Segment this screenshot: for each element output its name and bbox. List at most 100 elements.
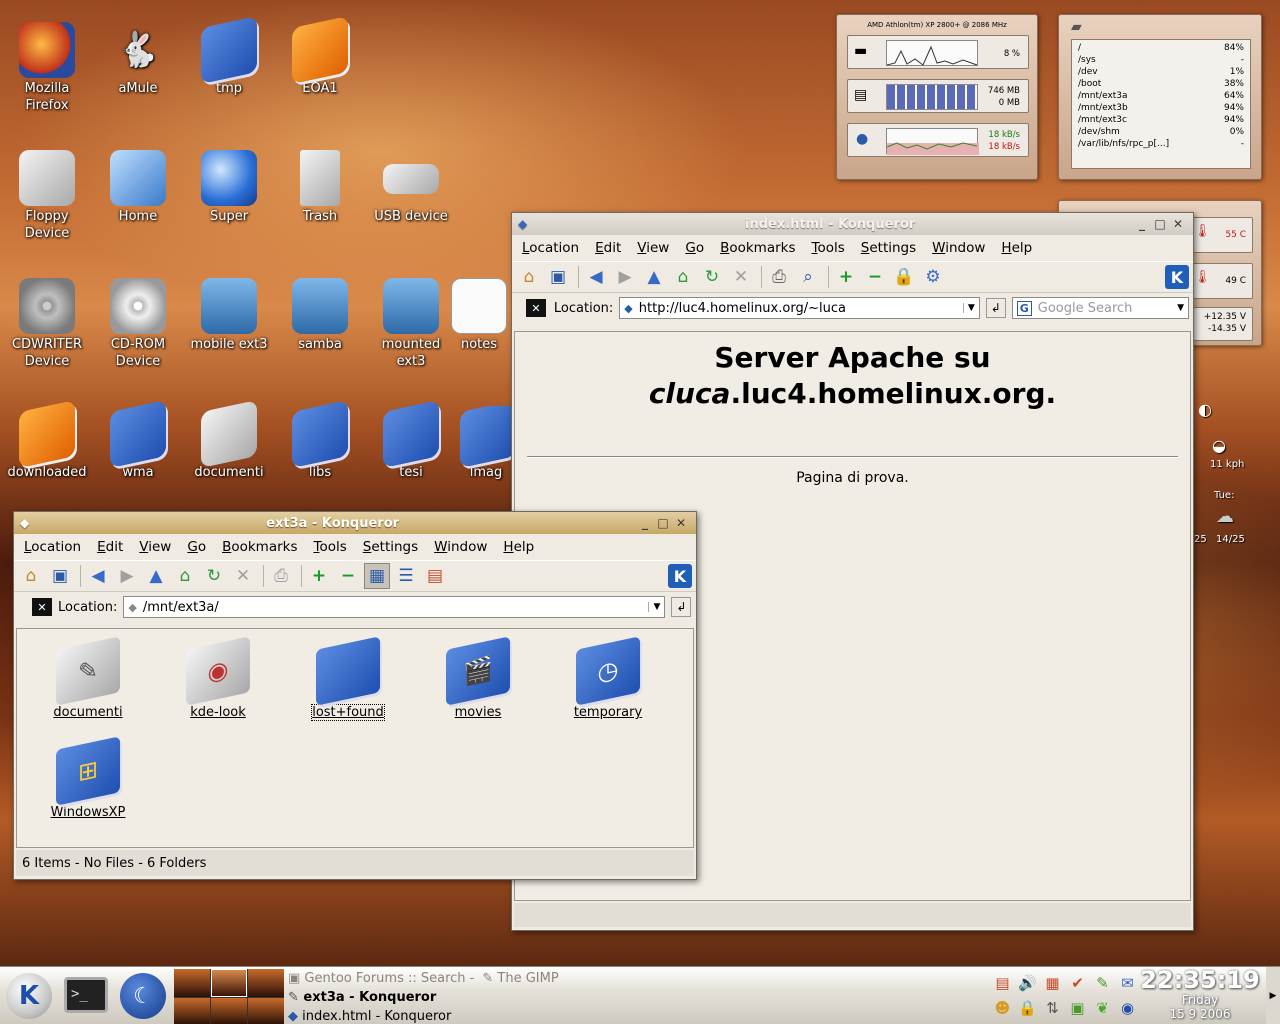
task-gimp[interactable]: ✎ The GIMP: [482, 969, 558, 988]
zoom-in-icon[interactable]: +: [306, 563, 332, 589]
task-ext3a[interactable]: ✎ ext3a - Konqueror: [288, 988, 588, 1007]
desktop-icon-floppy[interactable]: Floppy Device: [2, 150, 92, 242]
menu-go[interactable]: Go: [179, 539, 214, 555]
desktop-icon-libs[interactable]: libs: [275, 400, 365, 481]
tray-users-icon[interactable]: ☻: [990, 996, 1015, 1021]
print-icon[interactable]: ⎙: [268, 563, 294, 589]
forward-icon[interactable]: ▶: [612, 264, 638, 290]
up-icon[interactable]: ▲: [143, 563, 169, 589]
desktop-icon-trash[interactable]: Trash: [275, 150, 365, 225]
detailed-list-view-icon[interactable]: ☰: [393, 563, 419, 589]
folder-item-kde-look[interactable]: ◉ kde-look: [163, 636, 273, 720]
reload-icon[interactable]: ↻: [201, 563, 227, 589]
go-icon[interactable]: ↲: [671, 597, 692, 617]
desktop-icon-cdrom[interactable]: CD-ROM Device: [93, 278, 183, 370]
desktop-icon-wma[interactable]: wma: [93, 400, 183, 481]
url-input[interactable]: ◆ http://luc4.homelinux.org/~luca ▼: [619, 297, 980, 319]
tray-check-icon[interactable]: ✔: [1065, 971, 1090, 996]
task-index-html[interactable]: ◆ index.html - Konqueror: [288, 1007, 588, 1024]
taskbar-hide-button[interactable]: ▶: [1266, 967, 1280, 1024]
close-button[interactable]: ✕: [672, 516, 690, 530]
icon-view-icon[interactable]: ▦: [364, 563, 390, 589]
minimize-button[interactable]: _: [636, 516, 654, 530]
menu-window[interactable]: Window: [924, 240, 993, 256]
tray-app-icon[interactable]: ▤: [990, 971, 1015, 996]
home-icon[interactable]: ⌂: [172, 563, 198, 589]
maximize-button[interactable]: □: [1151, 217, 1169, 231]
desktop-icon-mounted-ext3[interactable]: mounted ext3: [366, 278, 456, 370]
menu-location[interactable]: Location: [16, 539, 89, 555]
print-icon[interactable]: ⎙: [766, 264, 792, 290]
desktop-icon-tmp[interactable]: tmp: [184, 16, 274, 97]
home-folder-icon[interactable]: ⌂: [516, 264, 542, 290]
pager-desktop[interactable]: [211, 969, 247, 997]
clock[interactable]: 22:35:19 Friday 15 9 2006: [1140, 967, 1260, 1024]
folder-item-movies[interactable]: 🎬 movies: [423, 636, 533, 720]
window-menu-icon[interactable]: ◆: [20, 516, 29, 530]
desktop-icon-home[interactable]: Home: [93, 150, 183, 225]
menu-tools[interactable]: Tools: [804, 240, 853, 256]
folder-item-windowsxp[interactable]: ⊞ WindowsXP: [33, 736, 143, 820]
desktop-icon-tesi[interactable]: tesi: [366, 400, 456, 481]
tray-notes-icon[interactable]: ✎: [1090, 971, 1115, 996]
menu-location[interactable]: Location: [514, 240, 587, 256]
terminal-icon[interactable]: >_: [64, 977, 108, 1013]
zoom-out-icon[interactable]: −: [862, 264, 888, 290]
desktop-icon-downloaded[interactable]: downloaded: [2, 400, 92, 481]
konqueror-icon[interactable]: ☾: [120, 973, 166, 1019]
back-icon[interactable]: ◀: [583, 264, 609, 290]
desktop-pager[interactable]: [174, 969, 284, 1024]
path-dropdown-icon[interactable]: ▼: [648, 602, 660, 612]
print-preview-icon[interactable]: ⌕: [795, 264, 821, 290]
stop-icon[interactable]: ✕: [728, 264, 754, 290]
url-dropdown-icon[interactable]: ▼: [962, 303, 975, 313]
stop-icon[interactable]: ✕: [230, 563, 256, 589]
desktop-icon-super[interactable]: Super: [184, 150, 274, 225]
tray-mail-icon[interactable]: ✉: [1115, 971, 1140, 996]
pager-desktop[interactable]: [248, 997, 284, 1024]
home-icon[interactable]: ⌂: [670, 264, 696, 290]
menu-help[interactable]: Help: [495, 539, 542, 555]
menu-bookmarks[interactable]: Bookmarks: [214, 539, 305, 555]
desktop-icon-mobile-ext3[interactable]: mobile ext3: [184, 278, 274, 353]
tray-kde-icon[interactable]: ◉: [1115, 996, 1140, 1021]
volume-icon[interactable]: 🔊: [1015, 971, 1040, 996]
menu-bookmarks[interactable]: Bookmarks: [712, 240, 803, 256]
pager-desktop[interactable]: [174, 969, 210, 997]
filemanager-titlebar[interactable]: ◆ ext3a - Konqueror _ □ ✕: [14, 512, 696, 534]
task-gentoo[interactable]: ▣ Gentoo Forums :: Search -: [288, 969, 474, 988]
up-icon[interactable]: ▲: [641, 264, 667, 290]
tray-monitor-icon[interactable]: ▣: [1065, 996, 1090, 1021]
back-icon[interactable]: ◀: [85, 563, 111, 589]
pager-desktop[interactable]: [174, 997, 210, 1024]
tray-network-icon[interactable]: ⇅: [1040, 996, 1065, 1021]
reload-icon[interactable]: ↻: [699, 264, 725, 290]
zoom-out-icon[interactable]: −: [335, 563, 361, 589]
desktop-icon-notes[interactable]: notes: [448, 278, 510, 353]
menu-window[interactable]: Window: [426, 539, 495, 555]
desktop-icon-firefox[interactable]: Mozilla Firefox: [2, 22, 92, 114]
close-button[interactable]: ✕: [1169, 217, 1187, 231]
folder-item-lost-found[interactable]: lost+found: [293, 636, 403, 721]
new-window-icon[interactable]: ▣: [545, 264, 571, 290]
menu-view[interactable]: View: [131, 539, 179, 555]
pager-desktop[interactable]: [211, 997, 247, 1024]
clear-location-icon[interactable]: ✕: [526, 299, 546, 317]
tray-leaf-icon[interactable]: ❦: [1090, 996, 1115, 1021]
go-icon[interactable]: ↲: [985, 298, 1006, 318]
menu-help[interactable]: Help: [993, 240, 1040, 256]
desktop-icon-documenti[interactable]: documenti: [184, 400, 274, 481]
lock-icon[interactable]: 🔒: [891, 264, 917, 290]
google-icon[interactable]: G: [1016, 300, 1032, 316]
menu-edit[interactable]: Edit: [89, 539, 131, 555]
kmenu-button[interactable]: K: [6, 973, 52, 1019]
menu-settings[interactable]: Settings: [853, 240, 924, 256]
window-menu-icon[interactable]: ◆: [518, 217, 527, 231]
pager-desktop[interactable]: [248, 969, 284, 997]
folder-item-temporary[interactable]: ◷ temporary: [553, 636, 663, 720]
home-folder-icon[interactable]: ⌂: [18, 563, 44, 589]
forward-icon[interactable]: ▶: [114, 563, 140, 589]
browser-titlebar[interactable]: ◆ index.html - Konqueror _ □ ✕: [512, 213, 1193, 235]
menu-tools[interactable]: Tools: [306, 539, 355, 555]
menu-edit[interactable]: Edit: [587, 240, 629, 256]
